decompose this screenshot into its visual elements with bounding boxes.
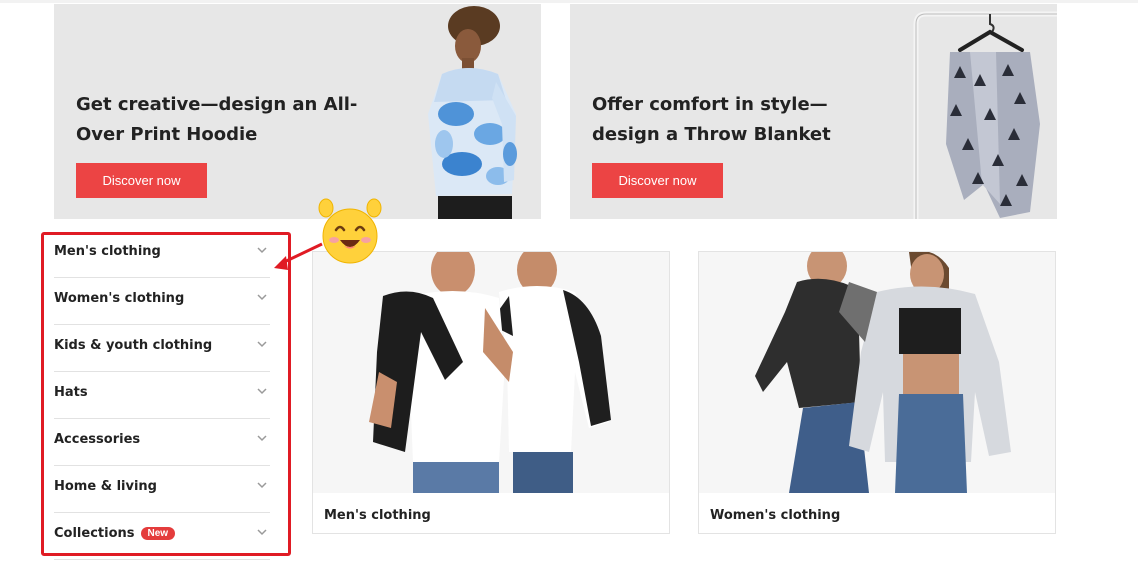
celebrating-emoji-icon [318,198,382,264]
hoodie-promo-banner[interactable]: Get creative—design an All-Over Print Ho… [54,4,541,219]
mens-clothing-card-label: Men's clothing [324,508,431,523]
sidebar-item-label: Men's clothing [54,244,161,259]
throw-blanket-image [913,11,1057,219]
chevron-down-icon [257,529,267,536]
sidebar-item-home-living[interactable]: Home & living [54,467,270,513]
mens-clothing-card[interactable]: Men's clothing [312,251,670,534]
top-divider [0,0,1138,3]
blanket-banner-title: Offer comfort in style—design a Throw Bl… [592,94,831,145]
blanket-promo-banner[interactable]: Offer comfort in style—design a Throw Bl… [570,4,1057,219]
chevron-down-icon [257,482,267,489]
sidebar-item-hats[interactable]: Hats [54,373,270,419]
new-badge: New [140,527,176,540]
womens-clothing-card-label: Women's clothing [710,508,841,523]
sidebar-item-label: Hats [54,385,88,400]
sidebar-item-kids-youth-clothing[interactable]: Kids & youth clothing [54,326,270,372]
chevron-down-icon [257,247,267,254]
discover-hoodie-button[interactable]: Discover now [76,163,207,198]
hoodie-model-image [428,6,517,219]
womens-models-image [699,252,1055,493]
sidebar-item-label: Women's clothing [54,291,185,306]
chevron-down-icon [257,341,267,348]
sidebar-item-accessories[interactable]: Accessories [54,420,270,466]
sidebar-item-collections[interactable]: Collections New [54,514,270,560]
sidebar-item-label-wrap: Collections New [54,526,176,541]
sidebar-item-label: Accessories [54,432,141,447]
sidebar-item-label: Collections [54,526,135,541]
womens-clothing-card[interactable]: Women's clothing [698,251,1056,534]
sidebar-item-label: Kids & youth clothing [54,338,213,353]
sidebar-item-womens-clothing[interactable]: Women's clothing [54,279,270,325]
sidebar-item-mens-clothing[interactable]: Men's clothing [54,232,270,278]
mens-clothing-photo [313,252,669,493]
womens-clothing-photo [699,252,1055,493]
sidebar-item-label: Home & living [54,479,157,494]
chevron-down-icon [257,435,267,442]
hoodie-banner-title: Get creative—design an All-Over Print Ho… [76,94,358,145]
mens-models-image [313,252,669,493]
discover-blanket-button[interactable]: Discover now [592,163,723,198]
category-sidebar: Men's clothing Women's clothing Kids & y… [54,232,270,561]
chevron-down-icon [257,294,267,301]
chevron-down-icon [257,388,267,395]
